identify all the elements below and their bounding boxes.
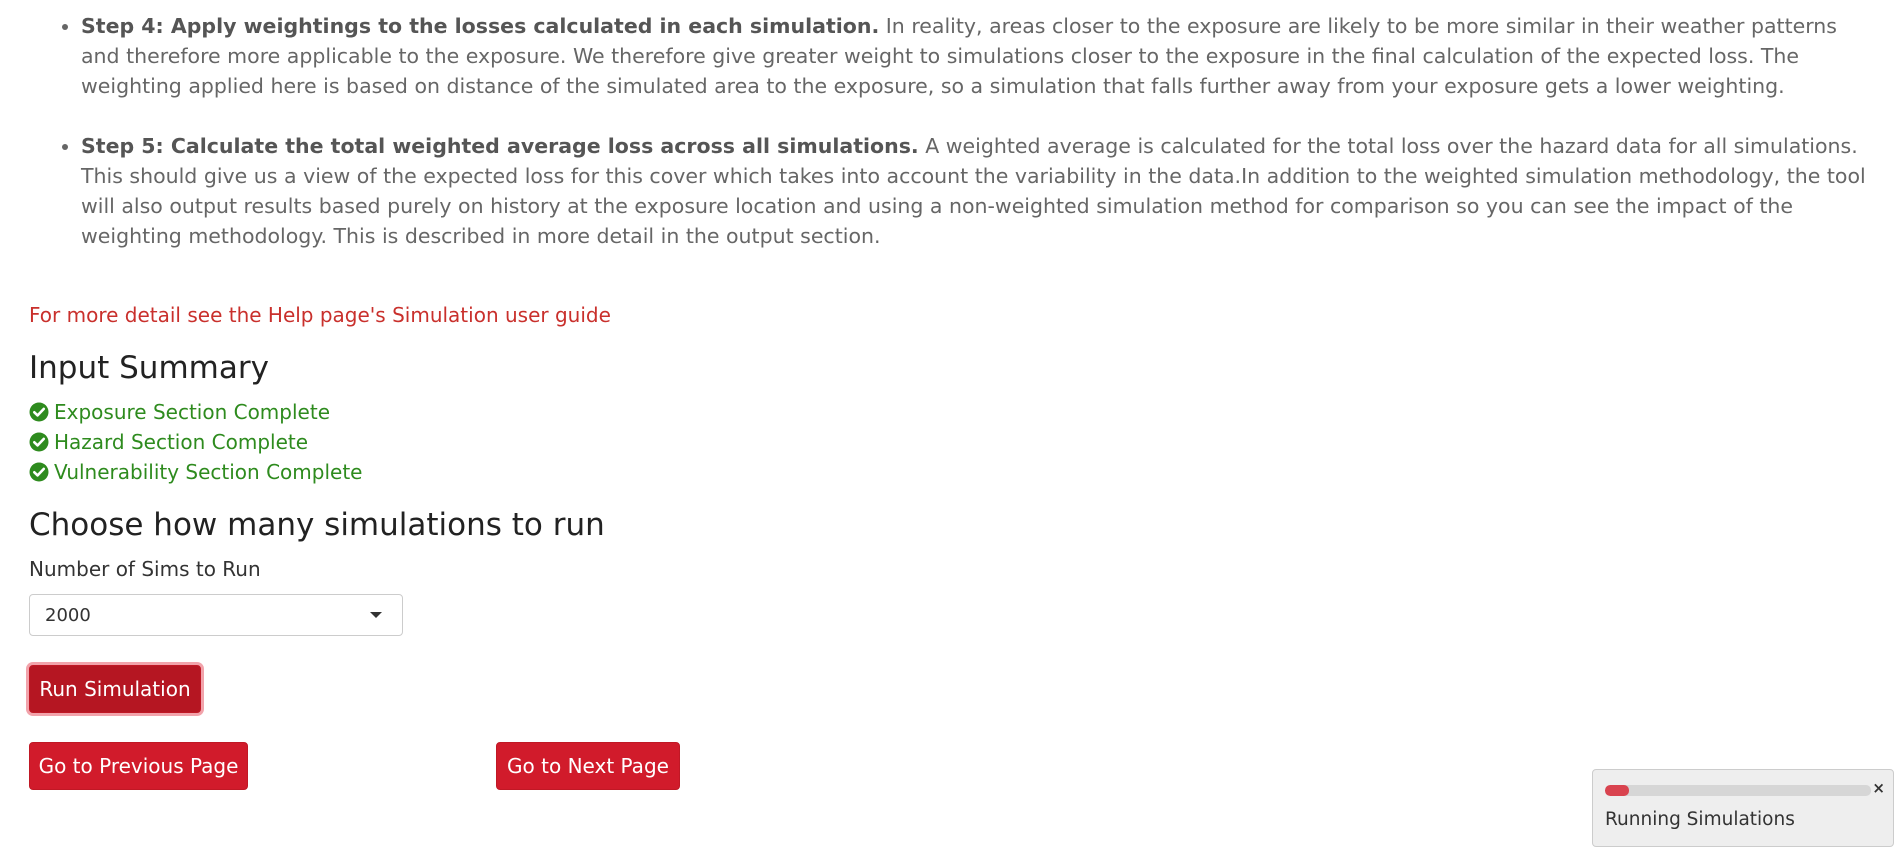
input-summary-list: Exposure Section Complete Hazard Section… [29, 397, 362, 487]
progress-bar-fill [1605, 785, 1629, 796]
previous-page-button[interactable]: Go to Previous Page [29, 742, 248, 790]
step-5-item: Step 5: Calculate the total weighted ave… [81, 131, 1869, 251]
summary-item-label: Vulnerability Section Complete [54, 460, 363, 484]
input-summary-title: Input Summary [29, 350, 269, 386]
sims-count-label: Number of Sims to Run [29, 557, 261, 581]
progress-notification: × Running Simulations [1592, 769, 1894, 847]
summary-item-vulnerability: Vulnerability Section Complete [29, 457, 362, 487]
close-icon[interactable]: × [1872, 780, 1885, 796]
sims-count-select[interactable]: 2000 [29, 594, 403, 636]
steps-list: Step 4: Apply weightings to the losses c… [29, 11, 1869, 251]
check-circle-icon [29, 462, 49, 482]
next-page-button[interactable]: Go to Next Page [496, 742, 680, 790]
step-4-item: Step 4: Apply weightings to the losses c… [81, 11, 1869, 101]
progress-bar [1605, 785, 1871, 796]
help-guide-link[interactable]: For more detail see the Help page's Simu… [29, 300, 611, 330]
check-circle-icon [29, 432, 49, 452]
summary-item-exposure: Exposure Section Complete [29, 397, 362, 427]
summary-item-hazard: Hazard Section Complete [29, 427, 362, 457]
run-simulation-button[interactable]: Run Simulation [29, 665, 201, 713]
main-content: Step 4: Apply weightings to the losses c… [29, 0, 1869, 790]
step-5-heading: Step 5: Calculate the total weighted ave… [81, 134, 919, 158]
sims-count-value: 2000 [45, 604, 91, 626]
summary-item-label: Exposure Section Complete [54, 400, 330, 424]
simulations-title: Choose how many simulations to run [29, 507, 605, 543]
check-circle-icon [29, 402, 49, 422]
summary-item-label: Hazard Section Complete [54, 430, 309, 454]
caret-down-icon [370, 612, 382, 618]
notification-text: Running Simulations [1605, 809, 1795, 830]
step-4-heading: Step 4: Apply weightings to the losses c… [81, 14, 880, 38]
